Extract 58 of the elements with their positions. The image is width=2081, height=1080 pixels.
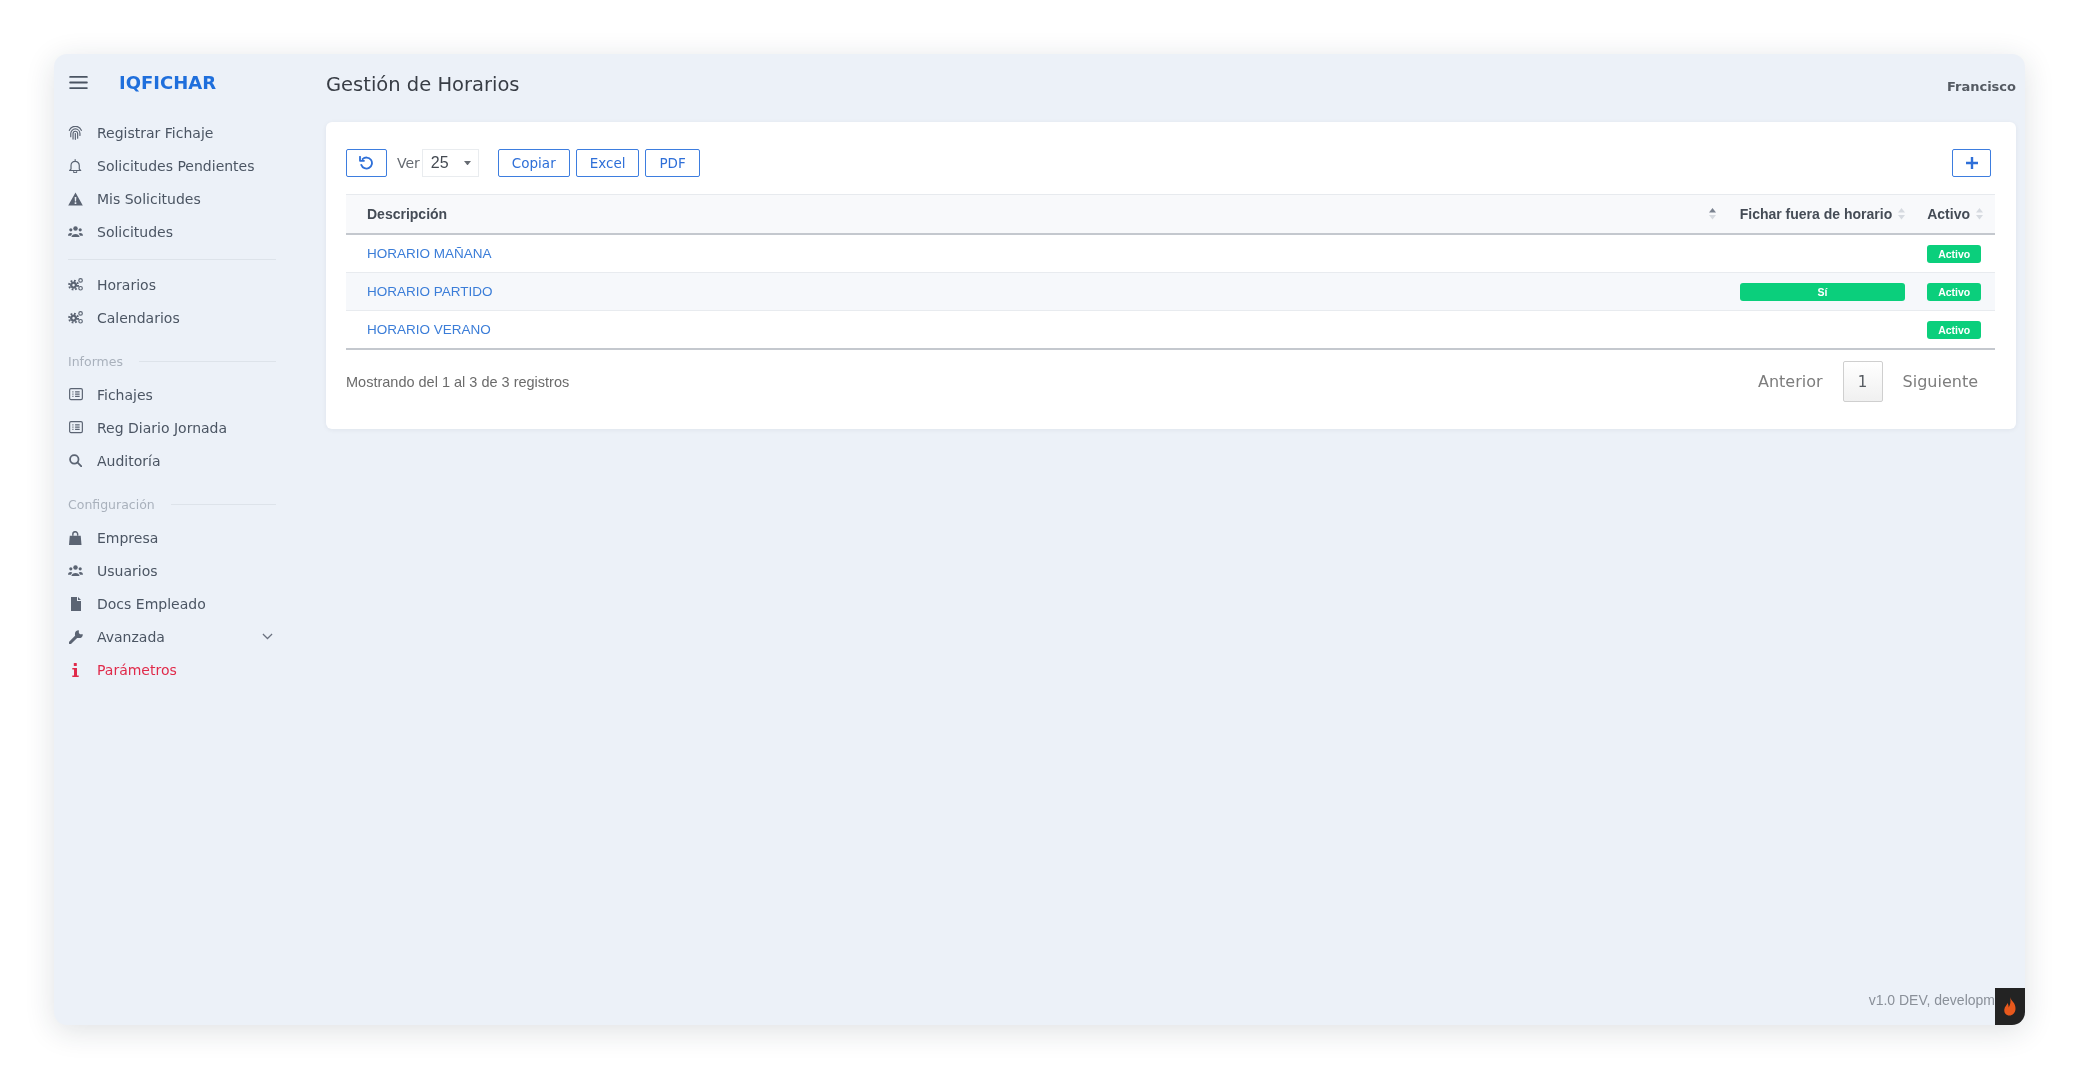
page-size-label: Ver	[397, 155, 420, 171]
schedule-link[interactable]: HORARIO VERANO	[367, 322, 491, 337]
sidebar-link[interactable]: Mis Solicitudes	[68, 182, 276, 215]
info-icon	[72, 662, 79, 677]
page-number-button[interactable]: 1	[1842, 361, 1883, 402]
sidebar-link[interactable]: Reg Diario Jornada	[68, 411, 276, 444]
page-size-select[interactable]: 25	[421, 149, 479, 177]
list-icon	[68, 421, 83, 434]
status-badge: Activo	[1927, 244, 1982, 263]
list-icon	[68, 388, 83, 401]
version-text: v1.0 DEV, developm	[1868, 992, 1995, 1008]
gears-icon	[68, 311, 83, 324]
page-title: Gestión de Horarios	[326, 72, 520, 96]
section-heading: Informes	[68, 353, 123, 369]
export-button[interactable]: PDF	[645, 149, 700, 177]
fingerprint-icon	[68, 125, 83, 140]
sidebar-link[interactable]: Calendarios	[68, 301, 276, 334]
file-icon	[70, 596, 81, 611]
flame-icon[interactable]	[1995, 988, 2025, 1025]
plus-icon	[1965, 157, 1978, 169]
brand-logo: IQFICHAR	[119, 71, 217, 93]
gears-icon	[68, 278, 83, 291]
sidebar-link[interactable]: Empresa	[68, 521, 276, 554]
records-info: Mostrando del 1 al 3 de 3 registros	[346, 373, 570, 390]
column-header[interactable]: Fichar fuera de horario	[1729, 194, 1918, 234]
section-heading: Configuración	[68, 496, 155, 512]
search-icon	[68, 453, 83, 468]
sidebar-link[interactable]: Auditoría	[68, 444, 276, 477]
sidebar-link[interactable]: Fichajes	[68, 378, 276, 411]
users-icon	[68, 225, 83, 238]
refresh-button[interactable]	[346, 149, 387, 177]
warning-icon	[68, 191, 83, 206]
schedule-link[interactable]: HORARIO MAÑANA	[367, 246, 492, 261]
status-badge: Activo	[1927, 320, 1982, 339]
users-icon	[68, 564, 83, 577]
schedule-link[interactable]: HORARIO PARTIDO	[367, 284, 493, 299]
column-header[interactable]: Descripción	[346, 194, 1730, 234]
sidebar-link[interactable]: Horarios	[68, 268, 276, 301]
add-button[interactable]	[1952, 149, 1991, 177]
export-button[interactable]: Copiar	[497, 149, 570, 177]
wrench-icon	[68, 629, 83, 644]
sidebar-link[interactable]: Parámetros	[68, 653, 276, 686]
menu-icon[interactable]	[69, 75, 88, 89]
caret-icon	[463, 160, 471, 166]
user-name[interactable]: Francisco	[1946, 74, 2016, 94]
sidebar-link[interactable]: Registrar Fichaje	[68, 116, 276, 149]
export-button[interactable]: Excel	[575, 149, 640, 177]
bell-icon	[69, 158, 82, 173]
status-badge: Activo	[1927, 282, 1982, 301]
yes-badge: Sí	[1739, 282, 1906, 301]
column-header[interactable]: Activo	[1917, 194, 1995, 234]
sidebar-link[interactable]: Docs Empleado	[68, 587, 276, 620]
sidebar-link[interactable]: Avanzada	[68, 620, 276, 653]
sidebar-link[interactable]: Usuarios	[68, 554, 276, 587]
sidebar-link[interactable]: Solicitudes	[68, 215, 276, 248]
sidebar-link[interactable]: Solicitudes Pendientes	[68, 149, 276, 182]
refresh-icon	[359, 156, 374, 170]
bag-icon	[69, 530, 82, 545]
